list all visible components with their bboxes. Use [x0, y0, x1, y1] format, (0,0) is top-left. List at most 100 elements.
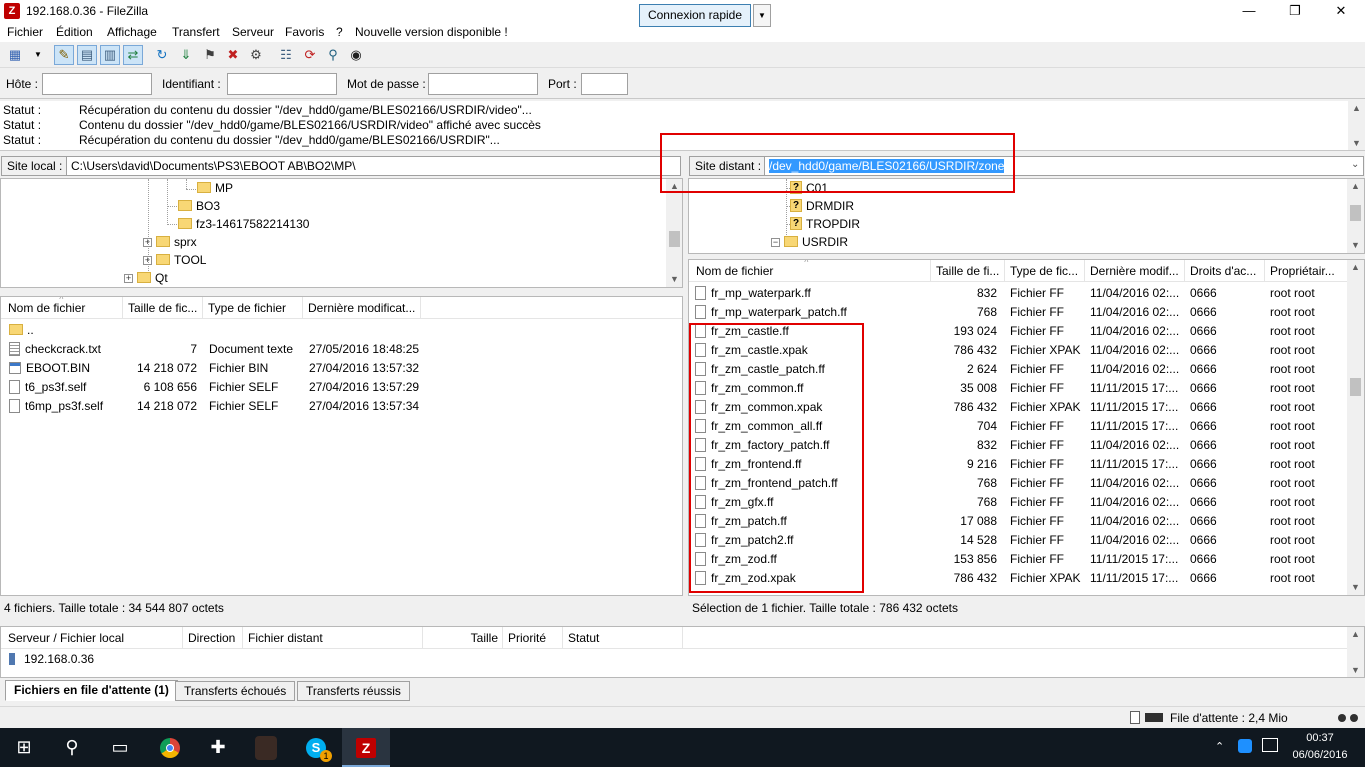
col-remote-type[interactable]: Type de fic... — [1005, 260, 1085, 282]
local-tree-item-sprx[interactable]: + sprx — [143, 233, 197, 251]
windows-start-icon[interactable]: ⊞ — [0, 728, 48, 767]
table-row[interactable]: fr_zm_patch2.ff 14 528 Fichier FF 11/04/201… — [689, 531, 1348, 550]
queue-scrollbar[interactable]: ▲ ▼ — [1347, 627, 1364, 677]
tab-queued-files[interactable]: Fichiers en file d'attente (1) — [5, 680, 178, 701]
local-tree-item-qt[interactable]: + Qt — [124, 269, 168, 287]
table-row[interactable]: checkcrack.txt 7 Document texte 27/05/20… — [1, 340, 682, 359]
remote-list-scrollbar[interactable]: ▲ ▼ — [1347, 260, 1364, 595]
binoculars-icon[interactable]: ◉ — [346, 45, 366, 65]
table-row[interactable]: fr_zm_castle.ff 193 024 Fichier FF 11/04/20… — [689, 322, 1348, 341]
clock-time[interactable]: 00:37 — [1295, 732, 1345, 744]
tray-chevron-icon[interactable]: ⌃ — [1215, 740, 1224, 753]
local-tree-item-bo3[interactable]: BO3 — [178, 197, 220, 215]
port-input[interactable] — [581, 73, 628, 95]
table-row[interactable]: fr_zm_castle.xpak 786 432 Fichier XPAK 11/0… — [689, 341, 1348, 360]
menu-fichier[interactable]: Fichier — [7, 25, 43, 39]
skype-icon[interactable]: S1 — [292, 728, 340, 767]
menu-edition[interactable]: Édition — [56, 25, 93, 39]
menu-transfert[interactable]: Transfert — [172, 25, 220, 39]
tab-failed-transfers[interactable]: Transferts échoués — [175, 681, 296, 701]
table-row[interactable]: t6mp_ps3f.self 14 218 072 Fichier SELF 2… — [1, 397, 682, 416]
user-input[interactable] — [227, 73, 337, 95]
col-queue-remote[interactable]: Fichier distant — [243, 627, 423, 649]
table-row[interactable]: fr_zm_gfx.ff 768 Fichier FF 11/04/2016 02:.… — [689, 493, 1348, 512]
menu-help[interactable]: ? — [336, 25, 343, 39]
disconnect-icon[interactable]: ⚙ — [246, 45, 266, 65]
password-input[interactable] — [428, 73, 538, 95]
tab-successful-transfers[interactable]: Transferts réussis — [297, 681, 410, 701]
col-remote-date[interactable]: Dernière modif... — [1085, 260, 1185, 282]
col-remote-owner[interactable]: Propriétair... — [1265, 260, 1348, 282]
remote-tree-item-c01[interactable]: ? C01 — [790, 179, 828, 197]
filezilla-taskbar-icon[interactable]: Z — [342, 728, 390, 767]
restore-icon[interactable]: ❐ — [1272, 0, 1318, 22]
remote-path-input[interactable]: /dev_hdd0/game/BLES02166/USRDIR/zone — [764, 156, 1364, 176]
col-queue-status[interactable]: Statut — [563, 627, 683, 649]
local-tree-item-tool[interactable]: + TOOL — [143, 251, 206, 269]
minimize-icon[interactable]: — — [1226, 0, 1272, 22]
table-row[interactable]: fr_mp_waterpark_patch.ff 768 Fichier FF 11/… — [689, 303, 1348, 322]
table-row[interactable]: fr_zm_castle_patch.ff 2 624 Fichier FF 11/0… — [689, 360, 1348, 379]
remote-tree-item-usrdir[interactable]: − USRDIR — [771, 233, 848, 251]
col-remote-name[interactable]: Nom de fichier — [691, 260, 931, 282]
table-row[interactable]: fr_zm_frontend_patch.ff 768 Fichier FF 11/0… — [689, 474, 1348, 493]
local-tree-item-mp[interactable]: MP — [197, 179, 233, 197]
table-row[interactable]: fr_zm_zod.xpak 786 432 Fichier XPAK 11/11/2… — [689, 569, 1348, 588]
quickconnect-dropdown-icon[interactable]: ▼ — [753, 4, 771, 27]
menu-affichage[interactable]: Affichage — [107, 25, 157, 39]
queue-row[interactable]: 192.168.0.36 — [1, 650, 601, 669]
col-queue-size[interactable]: Taille — [423, 627, 503, 649]
col-queue-server[interactable]: Serveur / Fichier local — [3, 627, 183, 649]
tray-app-icon[interactable] — [1238, 739, 1252, 753]
sync-browse-icon[interactable]: ⟳ — [300, 45, 320, 65]
search-icon[interactable]: ⚲ — [323, 45, 343, 65]
col-local-type[interactable]: Type de fichier — [203, 297, 303, 319]
remote-tree-item-drmdir[interactable]: ? DRMDIR — [790, 197, 854, 215]
host-input[interactable] — [42, 73, 152, 95]
search-icon[interactable]: ⚲ — [48, 728, 96, 767]
table-row[interactable]: fr_zm_patch.ff 17 088 Fichier FF 11/04/2016… — [689, 512, 1348, 531]
cancel-icon[interactable]: ✖ — [223, 45, 243, 65]
local-tree-item-fz3[interactable]: fz3-14617582214130 — [178, 215, 309, 233]
col-local-date[interactable]: Dernière modificat... — [303, 297, 421, 319]
photo-app-icon[interactable] — [242, 728, 290, 767]
col-remote-size[interactable]: Taille de fi... — [931, 260, 1005, 282]
quickconnect-button[interactable]: Connexion rapide — [639, 4, 751, 27]
process-queue-icon[interactable]: ⇓ — [176, 45, 196, 65]
toggle-queue-icon[interactable]: ⇄ — [123, 45, 143, 65]
table-row[interactable]: fr_zm_common.ff 35 008 Fichier FF 11/11/201… — [689, 379, 1348, 398]
local-path-input[interactable]: C:\Users\david\Documents\PS3\EBOOT AB\BO… — [66, 156, 681, 176]
table-row[interactable]: fr_zm_factory_patch.ff 832 Fichier FF 11/04… — [689, 436, 1348, 455]
table-row[interactable]: fr_zm_frontend.ff 9 216 Fichier FF 11/11/20… — [689, 455, 1348, 474]
tray-display-icon[interactable] — [1262, 738, 1278, 752]
close-icon[interactable]: ✕ — [1318, 0, 1364, 22]
site-manager-dropdown-icon[interactable]: ▼ — [28, 45, 48, 65]
col-queue-direction[interactable]: Direction — [183, 627, 243, 649]
collapse-icon[interactable]: − — [771, 238, 780, 248]
remote-path-dropdown-icon[interactable]: ⌄ — [1351, 159, 1359, 170]
toggle-remote-tree-icon[interactable]: ▥ — [100, 45, 120, 65]
table-row[interactable]: EBOOT.BIN 14 218 072 Fichier BIN 27/04/2… — [1, 359, 682, 378]
refresh-icon[interactable]: ↻ — [152, 45, 172, 65]
toggle-local-tree-icon[interactable]: ▤ — [77, 45, 97, 65]
table-row[interactable]: fr_zm_common_all.ff 704 Fichier FF 11/11/20… — [689, 417, 1348, 436]
remote-tree-scrollbar[interactable]: ▲ ▼ — [1347, 179, 1364, 253]
col-local-size[interactable]: Taille de fic... — [123, 297, 203, 319]
col-queue-priority[interactable]: Priorité — [503, 627, 563, 649]
col-remote-perm[interactable]: Droits d'ac... — [1185, 260, 1265, 282]
expand-icon[interactable]: + — [143, 256, 152, 266]
toggle-log-icon[interactable]: ✎ — [54, 45, 74, 65]
expand-icon[interactable]: + — [143, 238, 152, 248]
table-row[interactable]: fr_zm_common.xpak 786 432 Fichier XPAK 11/1… — [689, 398, 1348, 417]
table-row[interactable]: t6_ps3f.self 6 108 656 Fichier SELF 27/0… — [1, 378, 682, 397]
table-row[interactable]: fr_zm_zod.ff 153 856 Fichier FF 11/11/2015 … — [689, 550, 1348, 569]
task-view-icon[interactable]: ▭ — [96, 728, 144, 767]
table-row[interactable]: .. — [1, 321, 682, 340]
clock-date[interactable]: 06/06/2016 — [1288, 749, 1352, 761]
menu-serveur[interactable]: Serveur — [232, 25, 274, 39]
plus-app-icon[interactable]: ✚ — [194, 728, 242, 767]
remote-tree-item-tropdir[interactable]: ? TROPDIR — [790, 215, 860, 233]
expand-icon[interactable]: + — [124, 274, 133, 284]
site-manager-icon[interactable]: ▦ — [5, 45, 25, 65]
filter-flag-icon[interactable]: ⚑ — [200, 45, 220, 65]
